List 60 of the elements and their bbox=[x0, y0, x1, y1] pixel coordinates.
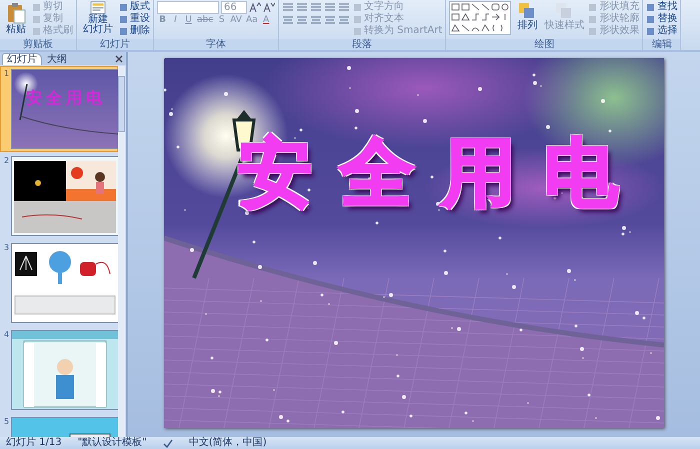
thumbnail-title: 安全用电 bbox=[26, 88, 106, 109]
slide-number: 3 bbox=[4, 243, 10, 254]
format-button[interactable]: U bbox=[183, 14, 194, 26]
slide-number: 2 bbox=[4, 156, 10, 167]
pane-tab[interactable]: 幻灯片 bbox=[2, 52, 42, 64]
format-button[interactable]: abc bbox=[196, 14, 214, 26]
slide-title: 安全用电 bbox=[238, 129, 646, 218]
shape-gallery[interactable] bbox=[449, 1, 512, 35]
slide-thumbnail-row[interactable]: 1 安全用电 bbox=[0, 66, 118, 152]
group-label: 绘图 bbox=[446, 39, 642, 50]
group-label: 剪贴板 bbox=[0, 39, 76, 50]
group-label: 段落 bbox=[279, 39, 446, 50]
format-button[interactable]: S bbox=[216, 14, 228, 26]
format-button[interactable]: AV bbox=[229, 14, 243, 26]
ribbon-small-button[interactable]: 形状效果 bbox=[588, 25, 640, 37]
group-label: 编辑 bbox=[643, 39, 680, 50]
theme-name: "默认设计模板" bbox=[78, 437, 147, 449]
ribbon-small-button[interactable]: 格式刷 bbox=[32, 25, 73, 37]
ribbon-small-button[interactable]: 形状填充 bbox=[588, 1, 640, 13]
ribbon-small-button[interactable]: 重设 bbox=[119, 13, 150, 25]
ribbon-small-button[interactable]: 版式 bbox=[119, 1, 150, 13]
slide-count: 幻灯片 1/13 bbox=[6, 437, 62, 449]
slide-number: 5 bbox=[4, 417, 10, 428]
button-label-line: 幻灯片 bbox=[83, 25, 113, 35]
pane-tab[interactable]: 大纲 bbox=[42, 52, 72, 64]
language-label: 中文(简体，中国) bbox=[188, 437, 267, 449]
button-label-line: 新建 bbox=[88, 15, 108, 25]
font-size-field[interactable]: 66 bbox=[221, 0, 247, 14]
slide-number: 1 bbox=[4, 69, 10, 80]
shapes-icon bbox=[555, 2, 574, 20]
format-button[interactable]: Aa bbox=[244, 14, 259, 26]
format-button[interactable]: I bbox=[170, 14, 181, 26]
ribbon-small-button[interactable]: 删除 bbox=[119, 25, 150, 37]
ribbon-small-button[interactable]: 形状轮廓 bbox=[588, 13, 640, 25]
ribbon-small-button[interactable]: 复制 bbox=[32, 13, 73, 25]
paste-button[interactable]: 粘贴 bbox=[3, 1, 29, 35]
ribbon-large-button[interactable]: 排列 bbox=[514, 1, 540, 31]
ribbon-small-button[interactable]: 查找 bbox=[646, 1, 678, 13]
slide-icon bbox=[90, 1, 106, 15]
ribbon-large-button[interactable]: 快速样式 bbox=[543, 1, 586, 31]
clipboard-icon bbox=[6, 2, 26, 24]
ribbon-small-button[interactable]: 对齐文本 bbox=[353, 13, 442, 25]
ribbon-small-button[interactable]: 转换为 SmartArt bbox=[353, 25, 442, 37]
ribbon-small-button[interactable]: 文字方向 bbox=[353, 1, 442, 13]
spell-check-icon[interactable] bbox=[162, 438, 173, 448]
close-icon[interactable] bbox=[115, 54, 123, 62]
group-label: 幻灯片 bbox=[77, 39, 153, 50]
scrollbar[interactable] bbox=[118, 66, 125, 437]
new-slide-button[interactable]: 新建 幻灯片 bbox=[80, 1, 116, 35]
format-button[interactable]: A bbox=[260, 14, 272, 26]
group-label: 字体 bbox=[154, 39, 278, 50]
shrink-font-icon[interactable] bbox=[263, 2, 275, 12]
shapes-icon bbox=[518, 2, 536, 20]
slide-number: 4 bbox=[4, 330, 10, 341]
font-name-field[interactable] bbox=[157, 0, 219, 14]
grow-font-icon[interactable] bbox=[249, 2, 261, 12]
format-button[interactable]: B bbox=[157, 14, 168, 26]
ribbon-small-button[interactable]: 替换 bbox=[646, 13, 678, 25]
ribbon-small-button[interactable]: 剪切 bbox=[32, 1, 73, 13]
ribbon-small-button[interactable]: 选择 bbox=[646, 25, 678, 37]
